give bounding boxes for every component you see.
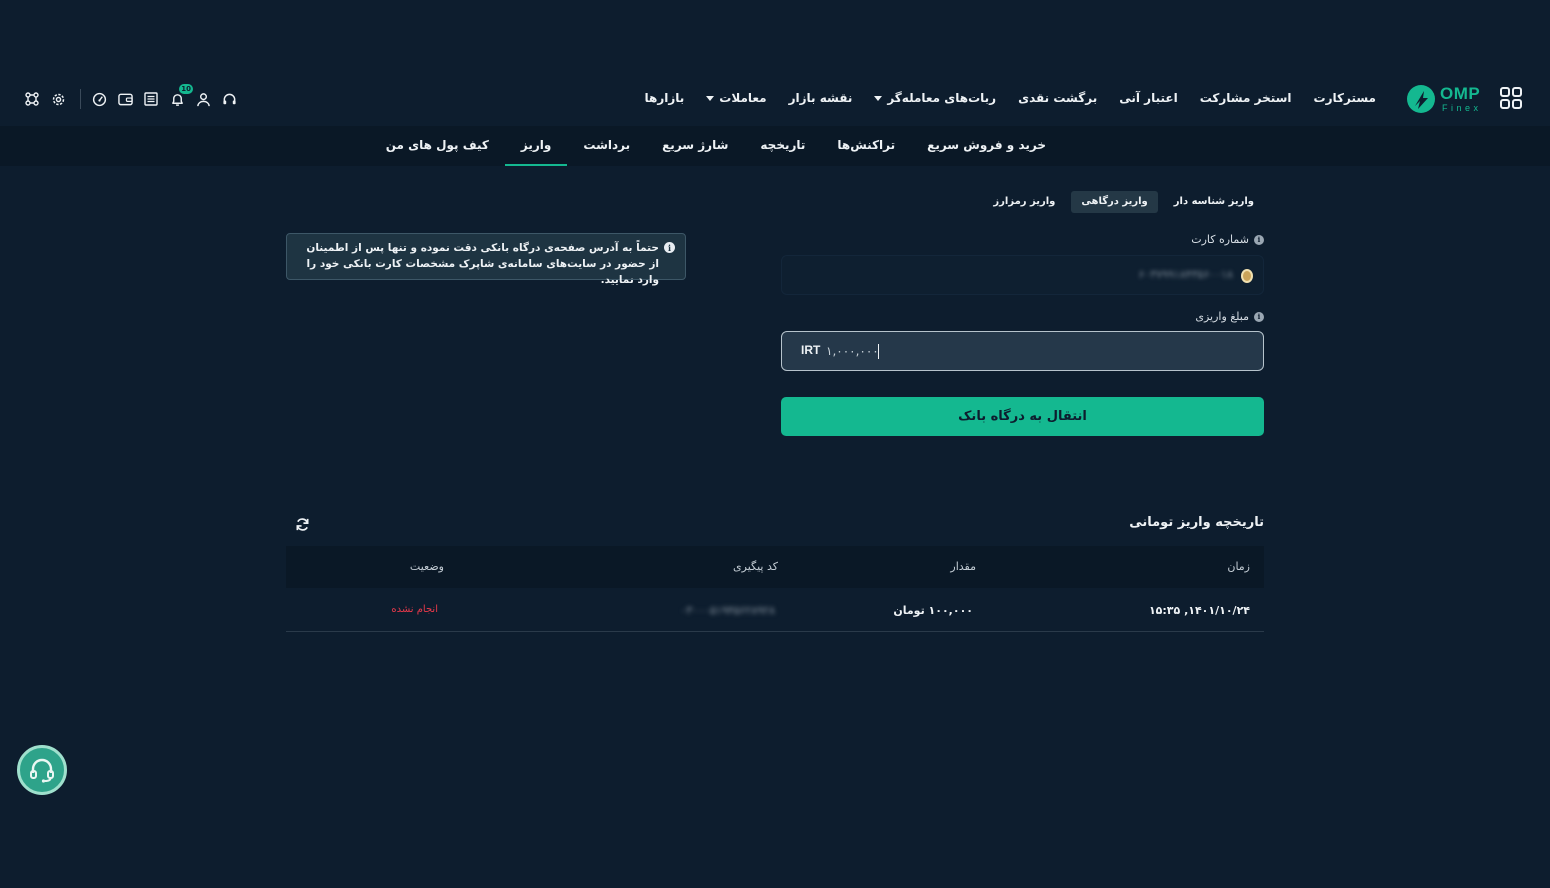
row-amount: ۱۰۰,۰۰۰ تومان [893,604,973,617]
menu-trading-bots[interactable]: ربات‌های معامله‌گر [863,91,1007,105]
card-number-label: شماره کارت i [1191,233,1264,246]
method-id-deposit[interactable]: واریز شناسه دار [1164,191,1264,213]
notice-text: حتماً به آدرس صفحه‌ی درگاه بانکی دقت نمو… [306,242,659,286]
menu-cashback[interactable]: برگشت نقدی [1007,91,1108,105]
logo-subtext: Finex [1442,103,1482,113]
menu-instant-credit[interactable]: اعتبار آنی [1108,91,1188,105]
toolbar-icons: 10 [22,84,245,110]
menu-markets[interactable]: بازارها [634,91,696,105]
network-icon[interactable] [22,89,42,109]
settings-gear-icon[interactable] [48,89,68,109]
notification-badge: 10 [179,84,193,94]
card-number-label-text: شماره کارت [1191,233,1249,246]
menu-market-map[interactable]: نقشه بازار [778,91,864,105]
info-icon: i [664,242,675,253]
menu-label: برگشت نقدی [1018,91,1098,105]
notification-bell-icon[interactable]: 10 [167,84,193,109]
support-chat-button[interactable] [17,745,67,795]
user-icon[interactable] [193,89,213,109]
card-number-select[interactable]: ۶۰۳۷۹۹۱۸۴۳۵۶۰۰۱۸ [781,255,1264,295]
logo-mark-icon [1407,85,1435,113]
menu-label: مسترکارت [1313,91,1376,105]
logo-text: OMP [1440,84,1481,103]
menu-label: استخر مشارکت [1199,91,1292,105]
menu-label: ربات‌های معامله‌گر [887,91,997,105]
wallet-icon[interactable] [115,89,135,109]
info-icon[interactable]: i [1254,311,1264,322]
text-cursor [878,344,879,359]
bank-logo-icon [1241,269,1253,283]
amount-input[interactable] [826,332,1246,370]
col-tracking-code: کد پیگیری [733,560,778,573]
dashboard-gauge-icon[interactable] [89,89,109,109]
row-time: ۱۴۰۱/۱۰/۲۴, ۱۵:۳۵ [1148,604,1250,617]
refresh-icon[interactable] [295,517,310,532]
caret-down-icon [706,95,715,101]
method-crypto-deposit[interactable]: واریز رمزارز [983,191,1065,213]
menu-trades[interactable]: معاملات [695,91,777,105]
tab-deposit[interactable]: واریز [504,126,568,166]
tab-quick-buy-sell[interactable]: خرید و فروش سریع [911,126,1062,166]
currency-label: IRT [801,343,821,357]
support-headset-icon[interactable] [219,89,239,109]
menu-label: معاملات [719,91,767,105]
menu-label: نقشه بازار [788,91,853,105]
history-title: تاریخچه واریز تومانی [1129,515,1264,530]
amount-label: مبلغ واریزی i [1195,310,1264,323]
menu-staking-pool[interactable]: استخر مشارکت [1189,91,1303,105]
card-number-value: ۶۰۳۷۹۹۱۸۴۳۵۶۰۰۱۸ [1138,268,1233,281]
security-notice: i حتماً به آدرس صفحه‌ی درگاه بانکی دقت ن… [286,233,686,286]
menu-mastercard[interactable]: مسترکارت [1303,91,1387,105]
toolbar-divider [80,89,81,109]
tab-history[interactable]: تاریخچه [744,126,821,166]
col-status: وضعیت [409,560,444,573]
history-table-header: زمان مقدار کد پیگیری وضعیت [286,546,1264,588]
info-icon[interactable]: i [1254,234,1264,245]
subnav-tabs: کیف پول های من واریز برداشت شارژ سریع تا… [370,126,1062,166]
amount-field: IRT [781,331,1264,371]
caret-down-icon [874,95,883,101]
tab-withdraw[interactable]: برداشت [567,126,646,166]
menu-label: اعتبار آنی [1119,91,1178,105]
wallet-subnav: کیف پول های من واریز برداشت شارژ سریع تا… [0,126,1550,166]
support-headset-icon [30,758,54,783]
tab-my-wallets[interactable]: کیف پول های من [370,126,505,166]
tab-quick-charge[interactable]: شارژ سریع [646,126,744,166]
col-time: زمان [1227,560,1250,573]
main-menu: بازارها معاملات نقشه بازار ربات‌های معام… [634,72,1388,124]
menu-label: بازارها [644,91,685,105]
brand-logo[interactable]: OMP Finex [1405,82,1485,116]
deposit-method-tabs: واریز رمزارز واریز درگاهی واریز شناسه دا… [983,191,1264,213]
tab-transactions[interactable]: تراکنش‌ها [821,126,911,166]
row-tracking-code: ۰۳۰۰۰۵۱۹۴۵۶۲۸۹۲۸ [680,604,775,617]
go-to-bank-gateway-button[interactable]: انتقال به درگاه بانک [781,397,1264,436]
method-gateway-deposit[interactable]: واریز درگاهی [1071,191,1158,213]
orders-list-icon[interactable] [141,89,161,109]
row-status-badge: انجام نشده [391,604,438,615]
table-row: ۱۴۰۱/۱۰/۲۴, ۱۵:۳۵ ۱۰۰,۰۰۰ تومان ۰۳۰۰۰۵۱۹… [286,589,1264,632]
top-navbar: OMP Finex بازارها معاملات نقشه بازار ربا… [0,72,1550,124]
amount-label-text: مبلغ واریزی [1195,310,1249,323]
col-amount: مقدار [950,560,976,573]
apps-grid-icon[interactable] [1500,87,1522,109]
